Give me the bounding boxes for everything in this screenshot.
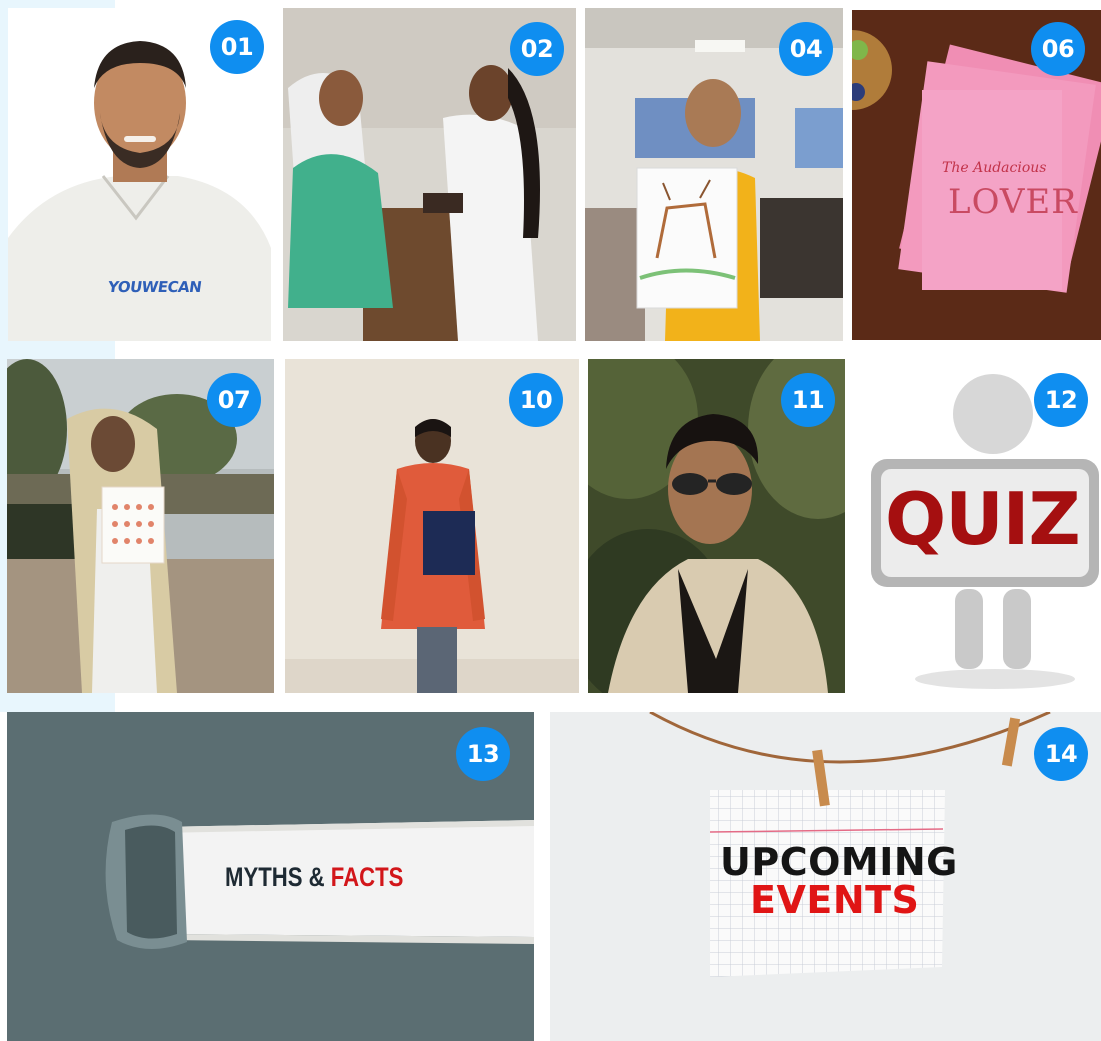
gallery-tile-11[interactable]: 11 <box>588 359 845 693</box>
tile-number-badge: 04 <box>779 22 833 76</box>
brand-logo-text: YOUWECAN <box>106 278 203 296</box>
tile-number-badge: 11 <box>781 373 835 427</box>
tile-number-badge: 02 <box>510 22 564 76</box>
gallery-tile-01[interactable]: YOUWECAN 01 <box>8 8 271 341</box>
book-title-text: The Audacious <box>942 160 1047 176</box>
gallery-tile-07[interactable]: 07 <box>7 359 274 693</box>
book-title-word: LOVER <box>948 182 1078 222</box>
events-text: EVENTS <box>750 878 920 922</box>
gallery-tile-02[interactable]: 02 <box>283 8 576 341</box>
tile-number-badge: 06 <box>1031 22 1085 76</box>
gallery-tile-14[interactable]: UPCOMING EVENTS 14 <box>550 712 1101 1041</box>
gallery-tile-13[interactable]: MYTHS & FACTS 13 <box>7 712 534 1041</box>
tile-number-badge: 12 <box>1034 373 1088 427</box>
myths-word: MYTHS <box>225 862 303 892</box>
tile-number-badge: 13 <box>456 727 510 781</box>
myths-facts-text: MYTHS & FACTS <box>225 862 403 893</box>
tile-number-badge: 01 <box>210 20 264 74</box>
quiz-sign-text: QUIZ <box>885 477 1081 561</box>
tile-number-badge: 07 <box>207 373 261 427</box>
tile-number-badge: 10 <box>509 373 563 427</box>
facts-word: FACTS <box>330 862 404 892</box>
tile-number-badge: 14 <box>1034 727 1088 781</box>
gallery-tile-10[interactable]: 10 <box>285 359 579 693</box>
ampersand: & <box>308 862 325 892</box>
gallery-tile-12[interactable]: QUIZ 12 <box>855 359 1101 693</box>
gallery-tile-04[interactable]: 04 <box>585 8 843 341</box>
gallery-tile-06[interactable]: The Audacious LOVER 06 <box>852 10 1101 340</box>
